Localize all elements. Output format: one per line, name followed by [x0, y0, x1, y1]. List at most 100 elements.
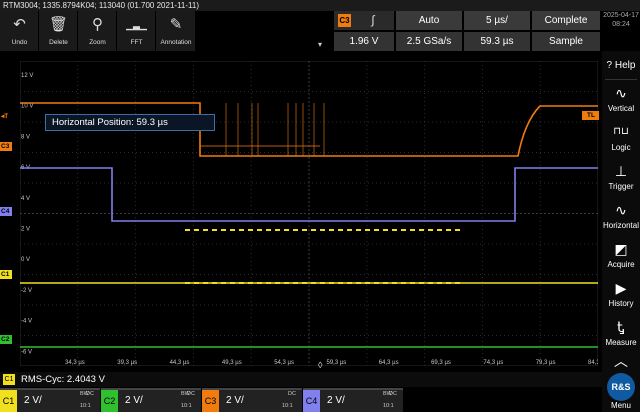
trigger-button[interactable]: ⊥ Trigger — [602, 159, 640, 197]
x-tick-label: 69,3 µs — [431, 360, 451, 366]
c1-coupling: DC — [86, 391, 94, 397]
fft-label: FFT — [130, 39, 143, 46]
trigger-mode[interactable]: Auto — [396, 11, 462, 30]
y-tick-label: -6 V — [21, 349, 32, 355]
time: 08:24 — [612, 21, 630, 28]
measurement-bar[interactable]: C1 RMS-Cyc: 2.4043 V — [0, 372, 602, 387]
x-tick-label: 74,3 µs — [483, 360, 503, 366]
c4-coupling: DC — [389, 391, 397, 397]
c4-badge: C4 — [303, 390, 320, 412]
trigger-icon: ⊥ — [614, 163, 628, 179]
c4-offset-marker[interactable]: C4 — [0, 207, 12, 216]
toolbar: ↶ Undo 🗑 Delete ⚲ Zoom ▁▃▁ FFT ✎ Annotat… — [0, 11, 196, 51]
c1-offset-marker[interactable]: C1 — [0, 270, 12, 279]
acquisition-panel[interactable]: C3 ∫ Auto 5 µs/ Complete 1.96 V 2.5 GSa/… — [334, 11, 600, 51]
logic-icon: ⊓⊔ — [613, 126, 629, 137]
title-bar: RTM3004; 1335.8794K04; 113040 (01.700 20… — [0, 0, 640, 11]
c1-probe: 10:1 — [80, 403, 91, 409]
y-tick-label: 2 V — [21, 227, 30, 233]
c1-scale: 2 V/ — [24, 395, 42, 406]
c3-probe: 10:1 — [282, 403, 293, 409]
trigger-level-marker[interactable]: TL — [582, 111, 599, 120]
zoom-label: Zoom — [89, 39, 106, 46]
acquisition-mode[interactable]: Sample — [532, 32, 600, 51]
undo-label: Undo — [11, 39, 28, 46]
annotation-label: Annotation — [160, 39, 192, 46]
c2-probe: 10:1 — [181, 403, 192, 409]
x-tick-label: 49,3 µs — [222, 360, 242, 366]
measure-button[interactable]: Ꮏ Measure — [602, 315, 640, 353]
channel-c4[interactable]: C4 2 V/ BW DC 10:1 — [303, 388, 403, 412]
y-tick-label: 4 V — [21, 196, 30, 202]
c1-badge: C1 — [0, 390, 17, 412]
x-tick-label: 54,3 µs — [274, 360, 294, 366]
title-text: RTM3004; 1335.8794K04; 113040 (01.700 20… — [3, 1, 199, 10]
side-menu: ? Help ∿ Vertical ⊓⊔ Logic ⊥ Trigger ∿ H… — [602, 51, 640, 412]
gridlines — [20, 61, 598, 366]
rising-edge-icon: ∫ — [371, 13, 375, 27]
trigger-label: Trigger — [608, 182, 634, 191]
history-button[interactable]: ▶ History — [602, 276, 640, 314]
logic-label: Logic — [611, 143, 631, 152]
undo-button[interactable]: ↶ Undo — [0, 11, 39, 51]
vertical-wave-icon: ∿ — [615, 85, 627, 101]
measure-label: Measure — [605, 338, 637, 347]
horizontal-position-value[interactable]: 59.3 µs — [464, 32, 530, 51]
c2-scale: 2 V/ — [125, 395, 143, 406]
undo-icon: ↶ — [13, 16, 26, 33]
delete-label: Delete — [49, 39, 68, 46]
rs-logo[interactable]: R&S — [607, 373, 635, 401]
vertical-button[interactable]: ∿ Vertical — [602, 81, 640, 119]
acquire-button[interactable]: ◩ Acquire — [602, 237, 640, 275]
x-tick-label: 84,3 µs — [588, 360, 598, 366]
play-icon: ▶ — [615, 280, 627, 296]
x-tick-label: 79,3 µs — [536, 360, 556, 366]
horizontal-position-tooltip: Horizontal Position: 59.3 µs — [45, 114, 215, 131]
acquire-icon: ◩ — [614, 241, 628, 257]
x-tick-label: 34,3 µs — [65, 360, 85, 366]
measurement-value: RMS-Cyc: 2.4043 V — [21, 374, 105, 385]
annotation-button[interactable]: ✎ Annotation — [156, 11, 196, 51]
waveform-display[interactable]: 12 V 10 V8 V6 V4 V2 V0 V -2 V -4 V -6 V 34,3… — [0, 51, 602, 372]
y-axis-labels: 12 V10 V8 V6 V4 V2 V0 V-2 V-4 V-6 V — [21, 73, 33, 355]
c2-offset-marker[interactable]: C2 — [0, 335, 12, 344]
zoom-button[interactable]: ⚲ Zoom — [78, 11, 117, 51]
channel-c3[interactable]: C3 2 V/ DC 10:1 — [202, 388, 302, 412]
channel-c1[interactable]: C1 2 V/ BW DC 10:1 — [0, 388, 100, 412]
menu-label[interactable]: Menu — [602, 401, 640, 410]
y-tick-label: 0 V — [21, 257, 30, 263]
c4-scale: 2 V/ — [327, 395, 345, 406]
c2-coupling: DC — [187, 391, 195, 397]
date: 2025-04-17 — [603, 12, 639, 19]
c3-offset-marker[interactable]: C3 — [0, 142, 12, 151]
y-tick-label: 8 V — [21, 134, 30, 140]
channel-c2[interactable]: C2 2 V/ BW DC 10:1 — [101, 388, 201, 412]
y-tick-label: 12 V — [21, 73, 33, 79]
trigger-position-icon[interactable]: ◊ — [318, 360, 322, 370]
delete-button[interactable]: 🗑 Delete — [39, 11, 78, 51]
divider — [605, 79, 637, 80]
c4-probe: 10:1 — [383, 403, 394, 409]
c3-badge: C3 — [202, 390, 219, 412]
chevron-down-icon[interactable]: ▾ — [318, 40, 322, 49]
y-tick-label: -4 V — [21, 319, 32, 325]
trigger-source[interactable]: C3 ∫ — [334, 11, 394, 30]
trigger-level[interactable]: 1.96 V — [334, 32, 394, 51]
logic-button[interactable]: ⊓⊔ Logic — [602, 120, 640, 158]
channel-bar: C1 2 V/ BW DC 10:1 C2 2 V/ BW DC 10:1 C3… — [0, 388, 602, 412]
y-tick-label: 10 V — [21, 104, 33, 110]
trash-icon: 🗑 — [48, 16, 69, 33]
c3-coupling: DC — [288, 391, 296, 397]
zoom-icon: ⚲ — [92, 16, 103, 33]
trigger-marker[interactable]: ◂T — [0, 112, 12, 121]
x-tick-label: 59,3 µs — [327, 360, 347, 366]
scroll-up-button[interactable]: ︿ — [602, 349, 640, 371]
vertical-label: Vertical — [607, 104, 635, 113]
x-tick-label: 39,3 µs — [117, 360, 137, 366]
x-tick-label: 64,3 µs — [379, 360, 399, 366]
fft-button[interactable]: ▁▃▁ FFT — [117, 11, 156, 51]
trigger-channel-badge: C3 — [338, 14, 351, 27]
help-button[interactable]: ? Help — [602, 55, 640, 77]
horizontal-button[interactable]: ∿ Horizontal — [602, 198, 640, 236]
time-scale[interactable]: 5 µs/ — [464, 11, 530, 30]
